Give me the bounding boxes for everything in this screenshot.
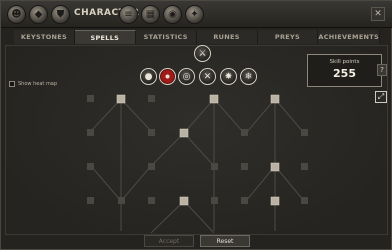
tree-node[interactable] — [301, 163, 308, 170]
tree-root-icon[interactable]: ⚔ — [194, 45, 211, 62]
tree-node[interactable] — [87, 129, 94, 136]
tree-node[interactable] — [87, 95, 94, 102]
skill-points-value: 255 — [333, 67, 356, 80]
tree-node[interactable] — [148, 197, 155, 204]
blood-spell-icon[interactable] — [159, 68, 176, 85]
tree-node[interactable] — [241, 197, 248, 204]
tree-node[interactable] — [87, 163, 94, 170]
skill-points-label: Skill points — [329, 59, 360, 65]
character-window: ☻ ◆ ⛊ CHARACTER ≡ ▦ ◉ ✦ ✕ KEYSTONES SPEL… — [0, 0, 392, 250]
tree-node[interactable] — [211, 197, 218, 204]
accept-button[interactable]: Accept — [144, 235, 194, 247]
expand-icon[interactable]: ⤢ — [375, 91, 387, 103]
tree-node[interactable] — [301, 197, 308, 204]
tree-node[interactable] — [148, 95, 155, 102]
tree-node[interactable] — [148, 129, 155, 136]
cross-spell-icon[interactable]: ✕ — [199, 68, 216, 85]
burst-spell-icon[interactable]: ✸ — [220, 68, 237, 85]
tree-node-active[interactable] — [270, 94, 280, 104]
show-heat-map-label: Show heat map — [18, 81, 58, 87]
tree-node[interactable] — [301, 129, 308, 136]
show-heat-map-toggle[interactable]: Show heat map — [9, 81, 57, 87]
tree-node-active[interactable] — [179, 128, 189, 138]
tree-node-active[interactable] — [209, 94, 219, 104]
tree-node[interactable] — [87, 197, 94, 204]
skill-tree — [87, 94, 308, 234]
tree-nodes-highlighted — [116, 94, 280, 206]
frost-spell-icon[interactable]: ❄ — [240, 68, 257, 85]
tree-node-active[interactable] — [270, 162, 280, 172]
tree-node-active[interactable] — [270, 196, 280, 206]
show-heat-map-checkbox[interactable] — [9, 81, 15, 87]
tree-node[interactable] — [211, 163, 218, 170]
reset-button[interactable]: Reset — [200, 235, 250, 247]
target-spell-icon[interactable]: ◎ — [178, 68, 195, 85]
skill-points-box: Skill points 255 — [307, 54, 382, 87]
tree-node[interactable] — [241, 129, 248, 136]
tree-node[interactable] — [148, 163, 155, 170]
help-button[interactable]: ? — [377, 64, 387, 76]
void-spell-icon[interactable]: ● — [140, 68, 157, 85]
tree-node[interactable] — [118, 197, 125, 204]
tree-node-active[interactable] — [179, 196, 189, 206]
tree-node-active[interactable] — [116, 94, 126, 104]
tree-node[interactable] — [241, 163, 248, 170]
